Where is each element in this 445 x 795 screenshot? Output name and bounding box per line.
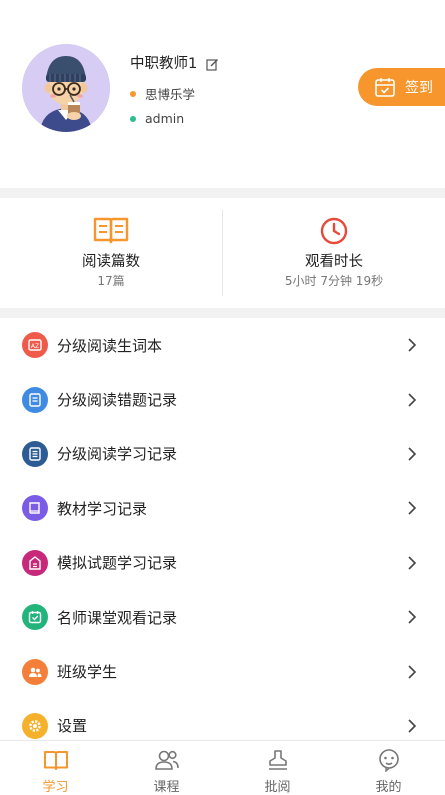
calendar-check-icon [375,78,395,97]
chevron-right-icon [408,393,417,407]
menu-label: 分级阅读错题记录 [57,391,178,410]
tab-label: 学习 [42,780,69,795]
bottom-tab-bar: 学习 课程 批阅 我的 [0,740,445,795]
menu-list: AZ 分级阅读生词本 分级阅读错题记录 分级阅读学习记录 教材学习记录 模拟试题… [0,318,445,753]
watch-time-stat[interactable]: 观看时长 5小时 7分钟 19秒 [223,198,445,308]
tab-mine[interactable]: 我的 [333,741,444,795]
stats-panel: 阅读篇数 17篇 观看时长 5小时 7分钟 19秒 [0,198,445,308]
reading-count-stat[interactable]: 阅读篇数 17篇 [0,198,222,308]
mock-exam-icon [22,549,48,576]
menu-item-vocabulary[interactable]: AZ 分级阅读生词本 [0,318,445,372]
chevron-right-icon [408,501,417,515]
menu-item-students[interactable]: 班级学生 [0,644,445,698]
wrong-questions-icon [22,386,48,413]
textbook-icon [22,495,48,522]
avatar[interactable] [22,44,110,132]
menu-item-study-record[interactable]: 分级阅读学习记录 [0,427,445,481]
username-dot [130,115,136,122]
username: admin [145,111,185,126]
clock-icon [320,217,348,245]
chevron-right-icon [408,447,417,461]
menu-label: 模拟试题学习记录 [57,554,178,573]
name-row: 中职教师1 [130,52,219,72]
username-row: admin [130,111,184,126]
tab-study[interactable]: 学习 [0,741,111,795]
user-name: 中职教师1 [130,55,198,72]
chevron-right-icon [408,556,417,570]
chevron-right-icon [408,338,417,352]
profile-tab-icon [378,749,399,772]
tab-review[interactable]: 批阅 [222,741,333,795]
menu-label: 分级阅读生词本 [57,336,163,355]
school-name: 思博乐学 [145,87,196,102]
menu-item-class-videos[interactable]: 名师课堂观看记录 [0,590,445,644]
study-record-icon [22,440,48,467]
tab-label: 课程 [153,780,180,795]
chevron-right-icon [408,664,417,679]
menu-label: 分级阅读学习记录 [57,445,178,464]
stat-value: 5小时 7分钟 19秒 [284,274,384,288]
menu-item-wrong-questions[interactable]: 分级阅读错题记录 [0,372,445,426]
section-separator [0,308,445,318]
book-tab-icon [43,751,68,770]
menu-item-mock-exam[interactable]: 模拟试题学习记录 [0,536,445,590]
chevron-right-icon [408,610,417,624]
menu-label: 班级学生 [57,663,118,682]
class-calendar-icon [22,604,48,631]
stat-title: 阅读篇数 [82,254,140,270]
profile-header: 中职教师1 思博乐学 admin 签到 [0,0,445,188]
menu-item-textbook[interactable]: 教材学习记录 [0,481,445,535]
menu-label: 名师课堂观看记录 [57,608,178,627]
school-dot [130,90,136,97]
review-stamp-icon [268,750,287,770]
vocabulary-icon: AZ [22,332,48,359]
open-book-icon [93,217,129,244]
tab-label: 我的 [375,780,402,795]
menu-label: 教材学习记录 [57,499,148,518]
settings-gear-icon [22,712,48,739]
chevron-right-icon [408,719,417,733]
svg-text:AZ: AZ [31,343,39,350]
checkin-label: 签到 [405,80,433,96]
checkin-button[interactable]: 签到 [358,68,445,106]
tab-course[interactable]: 课程 [111,741,222,795]
stat-title: 观看时长 [305,254,363,270]
edit-icon[interactable] [206,56,219,71]
students-icon [22,658,48,685]
menu-label: 设置 [57,717,88,736]
stat-value: 17篇 [97,274,125,288]
school-row: 思博乐学 [130,84,195,103]
tab-label: 批阅 [264,780,291,795]
course-tab-icon [154,750,179,770]
section-separator [0,188,445,198]
